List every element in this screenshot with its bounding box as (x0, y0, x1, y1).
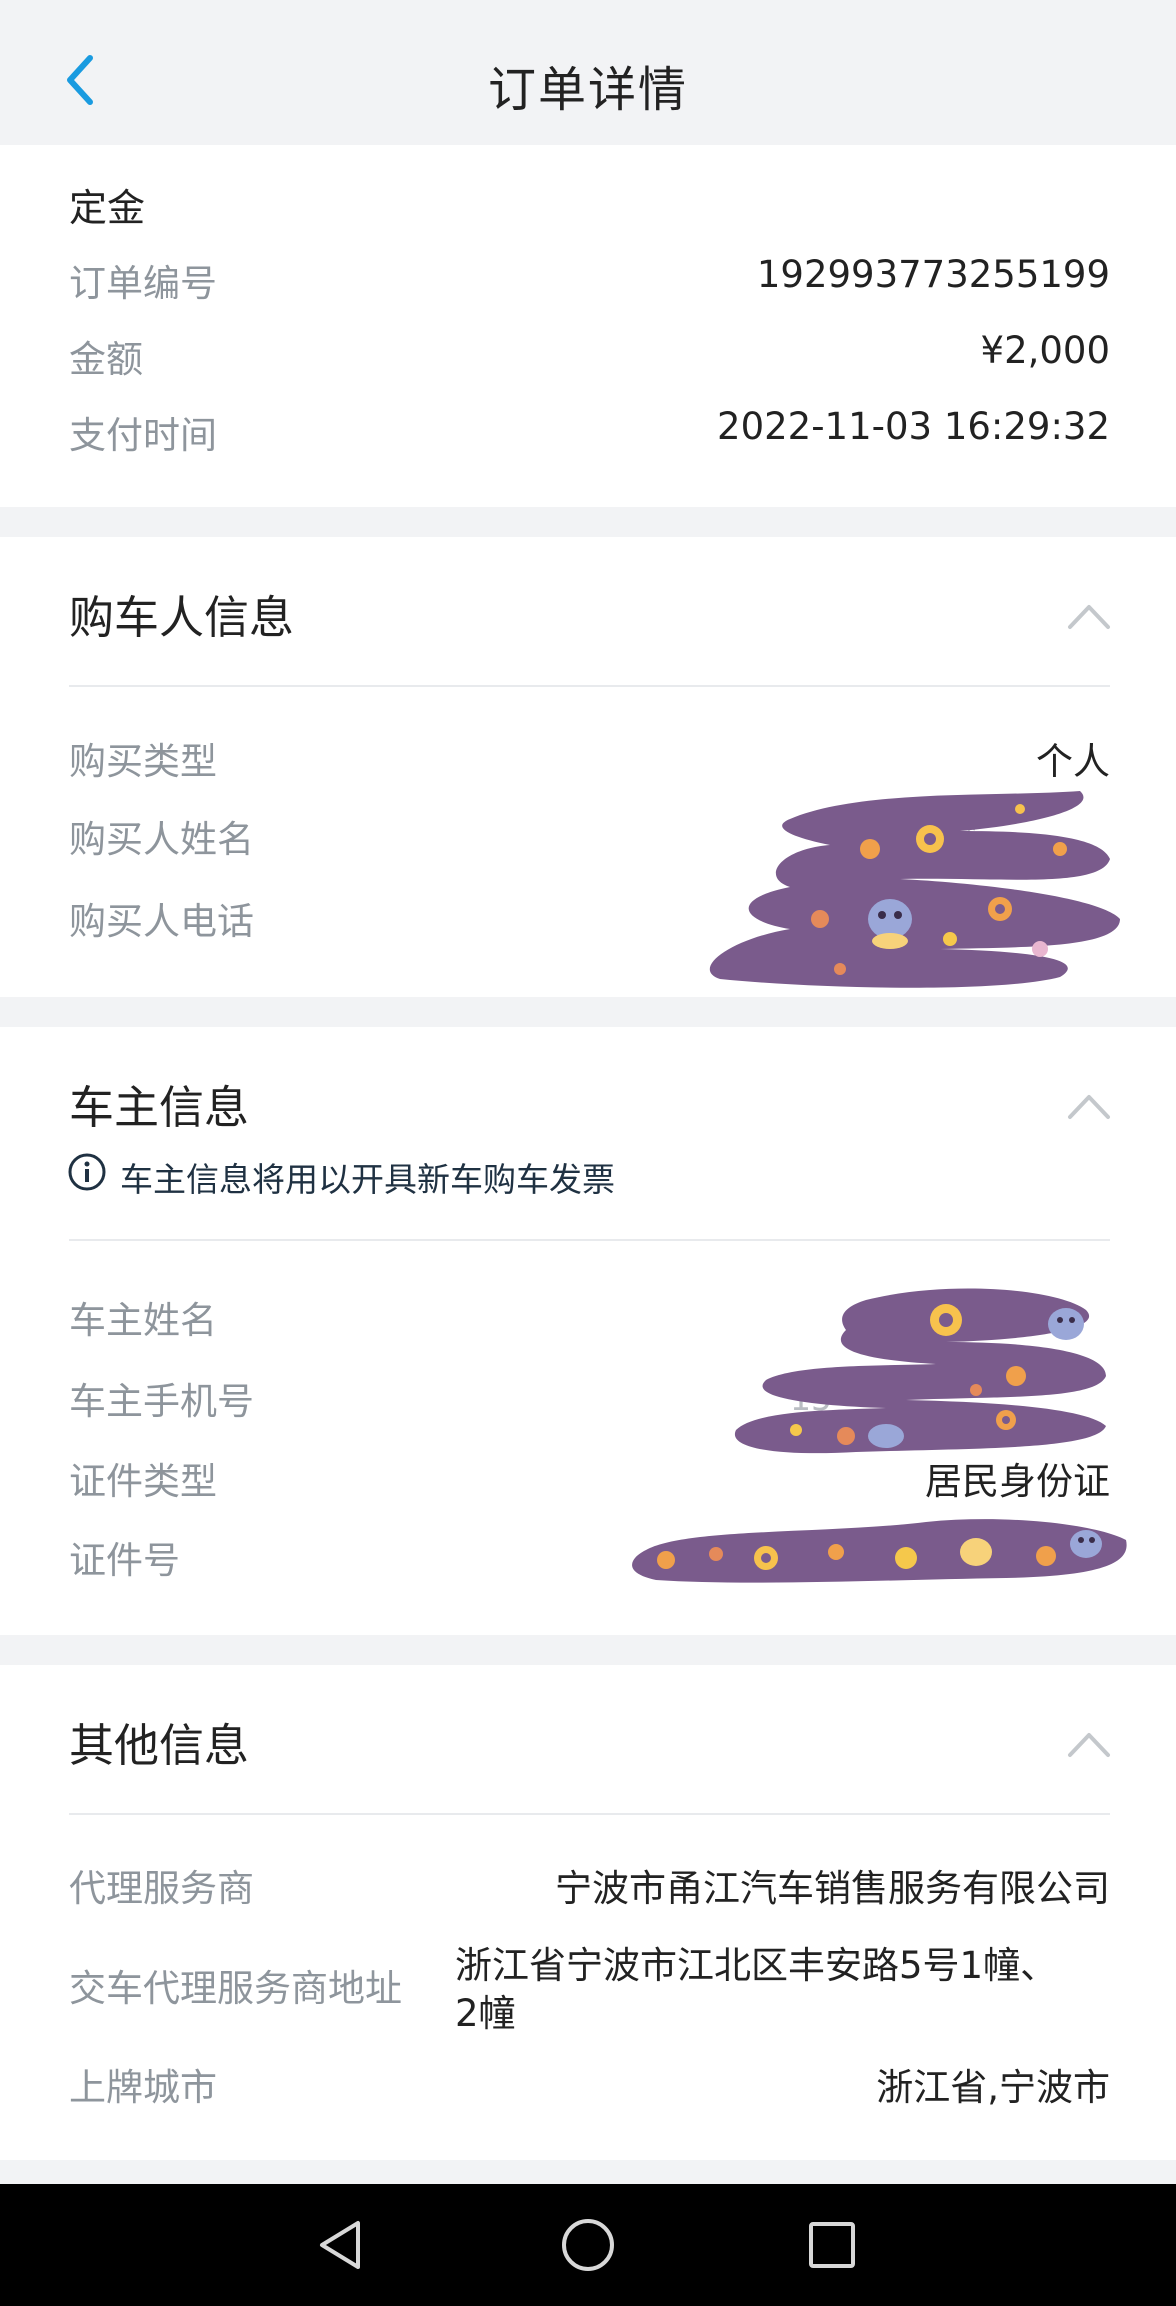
owner-info-title: 车主信息 (69, 1081, 250, 1134)
deposit-card: 定金 订单编号 192993773255199 金额 ¥2,000 支付时间 2… (0, 145, 1176, 507)
order-number-value: 192993773255199 (756, 253, 1110, 296)
redaction-scribble (632, 1519, 1127, 1583)
pay-time-value: 2022-11-03 16:29:32 (717, 405, 1110, 448)
triangle-back-icon (320, 2221, 360, 2269)
purchase-type-label: 购买类型 (69, 740, 217, 783)
id-type-label: 证件类型 (69, 1460, 217, 1503)
redaction-scribble (709, 791, 1120, 988)
square-recents-icon (809, 2222, 855, 2268)
nav-home-button[interactable] (548, 2210, 628, 2280)
pay-time-label: 支付时间 (69, 414, 217, 457)
owner-info-card: 车主信息 车主信息将用以开具新车购车发票 车主姓名 车主手机号 15 证件类型 … (0, 1027, 1176, 1635)
divider (69, 685, 1110, 687)
owner-info-notice: 车主信息将用以开具新车购车发票 (120, 1160, 615, 1199)
agent-address-line2: 2幢 (455, 1992, 516, 2035)
other-info-title: 其他信息 (69, 1719, 250, 1772)
chevron-up-icon[interactable] (1064, 597, 1114, 633)
order-number-label: 订单编号 (69, 262, 217, 305)
deposit-title: 定金 (69, 186, 146, 230)
buyer-info-title: 购车人信息 (69, 591, 295, 644)
other-info-card: 其他信息 代理服务商 宁波市甬江汽车销售服务有限公司 交车代理服务商地址 浙江省… (0, 1665, 1176, 2160)
nav-back-button[interactable] (302, 2210, 382, 2280)
nav-recents-button[interactable] (792, 2210, 872, 2280)
buyer-info-card: 购车人信息 购买类型 个人 购买人姓名 购买人电话 ** (0, 537, 1176, 997)
purchase-type-value: 个人 (1036, 740, 1110, 783)
redaction-scribble (734, 1288, 1106, 1454)
agent-value: 宁波市甬江汽车销售服务有限公司 (555, 1867, 1110, 1910)
info-icon (68, 1153, 106, 1191)
buyer-name-label: 购买人姓名 (69, 818, 254, 861)
id-number-label: 证件号 (69, 1539, 180, 1582)
page-title: 订单详情 (487, 62, 688, 118)
agent-address-label: 交车代理服务商地址 (69, 1967, 402, 2010)
order-detail-page: 订单详情 定金 订单编号 192993773255199 金额 ¥2,000 支… (0, 0, 1176, 2306)
agent-label: 代理服务商 (69, 1867, 254, 1910)
circle-home-icon (562, 2219, 614, 2271)
amount-value: ¥2,000 (980, 329, 1110, 372)
divider (69, 1239, 1110, 1241)
system-nav-bar (0, 2184, 1176, 2306)
agent-address-line1: 浙江省宁波市江北区丰安路5号1幢、 (455, 1944, 1058, 1987)
amount-label: 金额 (69, 338, 143, 381)
top-bar: 订单详情 (0, 0, 1176, 145)
chevron-up-icon[interactable] (1064, 1087, 1114, 1123)
buyer-phone-label: 购买人电话 (69, 900, 254, 943)
owner-phone-label: 车主手机号 (69, 1380, 254, 1423)
plate-city-label: 上牌城市 (69, 2066, 217, 2109)
owner-name-label: 车主姓名 (69, 1299, 217, 1342)
plate-city-value: 浙江省,宁波市 (876, 2066, 1110, 2109)
divider (69, 1813, 1110, 1815)
chevron-up-icon[interactable] (1064, 1725, 1114, 1761)
